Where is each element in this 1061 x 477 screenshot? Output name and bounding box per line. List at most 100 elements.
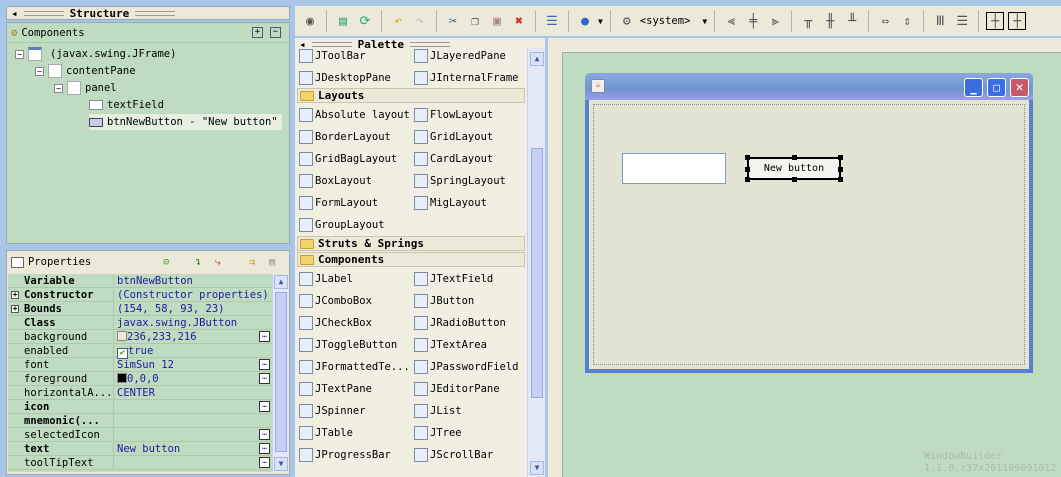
ellipsis-button[interactable]: … xyxy=(259,358,270,370)
collapse-icon[interactable]: − xyxy=(54,83,63,93)
refresh-icon[interactable]: ⟳ xyxy=(356,12,374,30)
property-value[interactable]: 0,0,0… xyxy=(114,372,272,386)
tree-item-textfield[interactable]: textField xyxy=(89,97,164,113)
palette-item[interactable]: JScrollBar xyxy=(414,446,493,464)
dropdown-icon[interactable]: ▼ xyxy=(702,17,707,26)
property-value[interactable]: btnNewButton xyxy=(114,274,272,288)
palette-item[interactable]: JFormattedTe... xyxy=(299,358,410,376)
palette-item[interactable]: JDesktopPane xyxy=(299,69,391,87)
properties-scrollbar[interactable]: ▲ ▼ xyxy=(272,274,288,472)
palette-item[interactable]: BoxLayout xyxy=(299,172,372,190)
palette-item[interactable]: JToggleButton xyxy=(299,336,397,354)
palette-category[interactable]: Layouts xyxy=(297,88,525,103)
palette-item[interactable]: FormLayout xyxy=(299,194,378,212)
convert-local-icon[interactable]: ⤷ xyxy=(215,256,221,269)
property-row[interactable]: text New button… xyxy=(8,441,272,456)
ellipsis-button[interactable]: … xyxy=(259,442,270,454)
property-value[interactable]: CENTER xyxy=(114,386,272,400)
same-height-icon[interactable]: ⇕ xyxy=(898,12,916,30)
ellipsis-button[interactable]: … xyxy=(259,428,270,440)
palette-item[interactable]: FlowLayout xyxy=(414,106,493,124)
palette-item[interactable]: JInternalFrame xyxy=(414,69,519,87)
palette-item[interactable]: JEditorPane xyxy=(414,380,500,398)
property-row[interactable]: Variable btnNewButton xyxy=(8,273,272,288)
palette-item[interactable]: GridLayout xyxy=(414,128,493,146)
ellipsis-button[interactable]: … xyxy=(259,372,270,384)
tree-item-panel[interactable]: − panel xyxy=(54,80,117,96)
palette-item[interactable]: JProgressBar xyxy=(299,446,391,464)
property-row[interactable]: enabled ✔ true xyxy=(8,343,272,359)
globe-icon[interactable]: ● xyxy=(576,12,594,30)
property-value[interactable]: New button… xyxy=(114,442,272,456)
show-advanced-icon[interactable]: ⇉ xyxy=(249,256,255,268)
property-row[interactable]: + Bounds (154, 58, 93, 23) xyxy=(8,301,272,316)
align-bottom-icon[interactable]: ╨ xyxy=(843,12,861,30)
palette-item[interactable]: JToolBar xyxy=(299,47,366,65)
source-icon[interactable]: ▤ xyxy=(334,12,352,30)
palette-item[interactable]: JLabel xyxy=(299,270,353,288)
look-and-feel-select[interactable]: <system> xyxy=(640,15,691,27)
palette-item[interactable]: BorderLayout xyxy=(299,128,391,146)
palette-category[interactable]: Components xyxy=(297,252,525,267)
expand-icon[interactable]: + xyxy=(11,290,19,299)
tree-item-btnnewbutton[interactable]: btnNewButton - "New button" xyxy=(89,114,282,130)
undo-icon[interactable]: ↶ xyxy=(389,12,407,30)
property-value[interactable]: ✔ true xyxy=(114,344,272,359)
center-horizontal-icon[interactable]: ┼ xyxy=(986,12,1005,30)
property-row[interactable]: background 236,233,216… xyxy=(8,329,272,344)
property-row[interactable]: icon … xyxy=(8,399,272,414)
new-button-preview[interactable]: New button xyxy=(745,155,843,182)
palette-item[interactable]: JCheckBox xyxy=(299,314,372,332)
palette-item[interactable]: JRadioButton xyxy=(414,314,506,332)
palette-item[interactable]: JComboBox xyxy=(299,292,372,310)
palette-item[interactable]: JTree xyxy=(414,424,462,442)
palette-item[interactable]: JLayeredPane xyxy=(414,47,506,65)
ellipsis-button[interactable]: … xyxy=(259,400,270,412)
tree-item-jframe[interactable]: − (javax.swing.JFrame) xyxy=(15,46,176,62)
textfield-preview[interactable] xyxy=(622,153,726,184)
collapse-icon[interactable]: − xyxy=(15,49,24,59)
tree-item-contentpane[interactable]: − contentPane xyxy=(35,63,136,79)
palette-item[interactable]: JTextField xyxy=(414,270,493,288)
jframe-preview[interactable]: ☕ ▁ □ ✕ New button xyxy=(585,73,1033,373)
palette-item[interactable]: SpringLayout xyxy=(414,172,506,190)
property-value[interactable]: javax.swing.JButton xyxy=(114,316,272,330)
property-value[interactable]: … xyxy=(114,456,272,470)
expand-icon[interactable]: + xyxy=(11,304,19,313)
scroll-up-icon[interactable]: ▲ xyxy=(530,52,544,66)
delete-icon[interactable]: ✖ xyxy=(510,12,528,30)
collapse-icon[interactable]: − xyxy=(35,66,44,76)
property-value[interactable]: (154, 58, 93, 23) xyxy=(114,302,272,316)
palette-item[interactable]: MigLayout xyxy=(414,194,487,212)
ellipsis-button[interactable]: … xyxy=(259,456,270,468)
space-vertical-icon[interactable]: ☰ xyxy=(953,12,971,30)
property-value[interactable]: … xyxy=(114,400,272,414)
palette-item[interactable]: JButton xyxy=(414,292,474,310)
dropdown-icon[interactable]: ▼ xyxy=(598,17,603,26)
collapse-icon[interactable]: ◂ xyxy=(11,7,18,20)
property-value[interactable]: SimSun 12… xyxy=(114,358,272,372)
align-right-icon[interactable]: ⫸ xyxy=(766,12,784,30)
palette-category[interactable]: Struts & Springs xyxy=(297,236,525,251)
align-left-icon[interactable]: ⫷ xyxy=(722,12,740,30)
align-middle-icon[interactable]: ╫ xyxy=(821,12,839,30)
palette-item[interactable]: GridBagLayout xyxy=(299,150,397,168)
maximize-icon[interactable]: □ xyxy=(987,78,1006,97)
collapse-all-icon[interactable]: − xyxy=(270,27,281,38)
property-row[interactable]: + Constructor (Constructor properties) xyxy=(8,287,272,302)
cut-icon[interactable]: ✂ xyxy=(444,12,462,30)
palette-item[interactable]: JTextPane xyxy=(299,380,372,398)
align-top-icon[interactable]: ╥ xyxy=(799,12,817,30)
property-row[interactable]: Class javax.swing.JButton xyxy=(8,315,272,330)
scroll-thumb[interactable] xyxy=(275,292,287,452)
palette-item[interactable]: Absolute layout xyxy=(299,106,410,124)
palette-scrollbar[interactable]: ▲ ▼ xyxy=(527,48,545,477)
scroll-down-icon[interactable]: ▼ xyxy=(274,457,288,471)
minimize-icon[interactable]: ▁ xyxy=(964,78,983,97)
close-icon[interactable]: ✕ xyxy=(1010,78,1029,97)
palette-item[interactable]: CardLayout xyxy=(414,150,493,168)
property-row[interactable]: selectedIcon … xyxy=(8,427,272,442)
copy-icon[interactable]: ❐ xyxy=(466,12,484,30)
property-value[interactable]: … xyxy=(114,428,272,442)
property-value[interactable]: (Constructor properties) xyxy=(114,288,272,302)
